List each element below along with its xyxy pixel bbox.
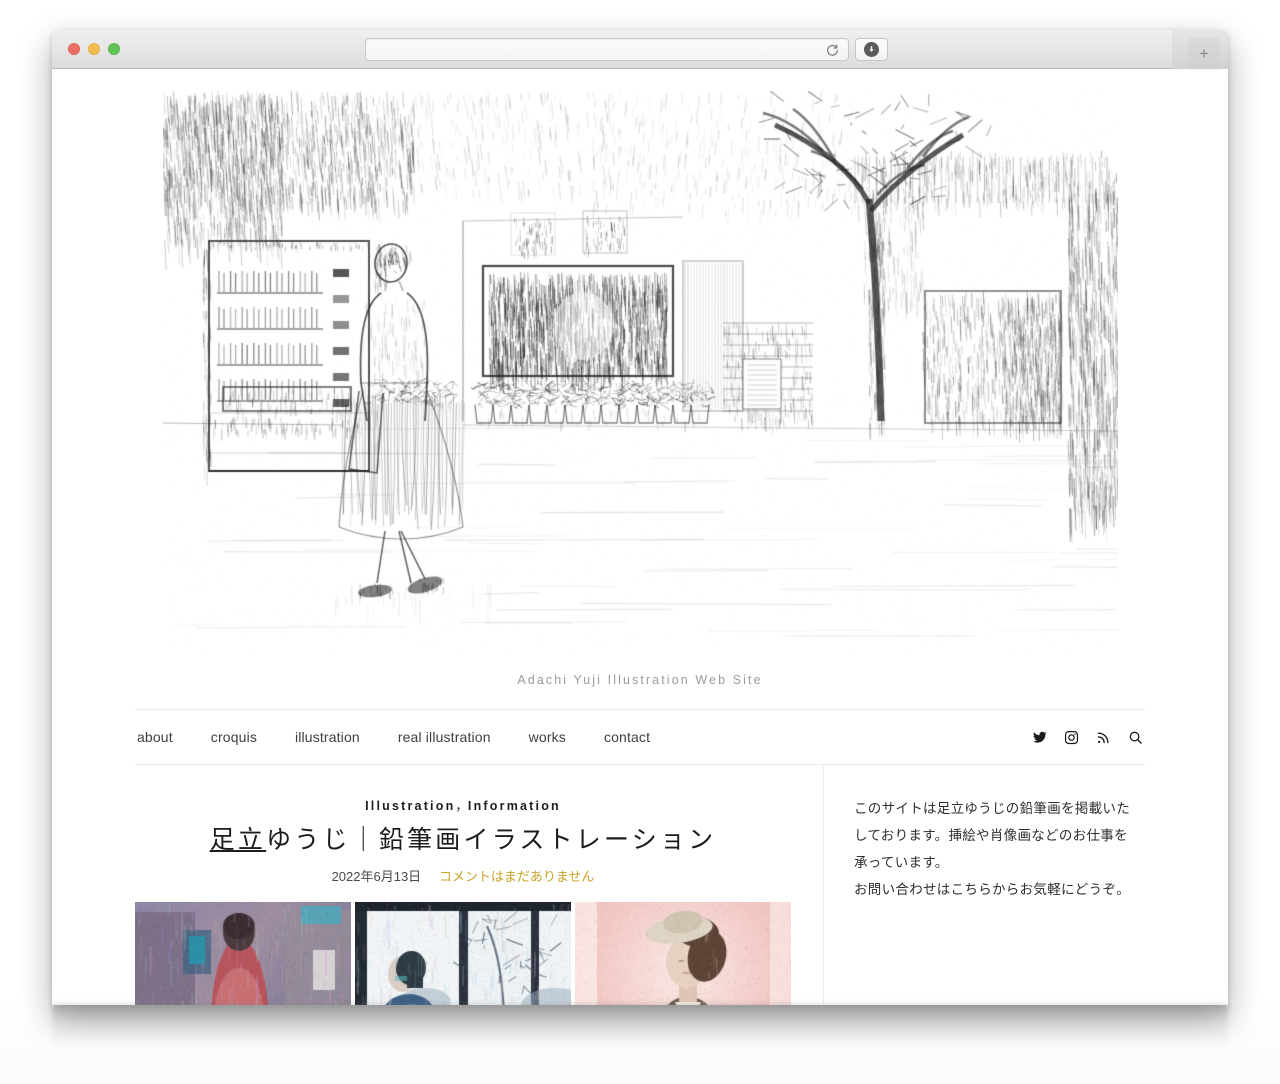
nav-item-croquis[interactable]: croquis (211, 729, 257, 745)
hero-illustration-canvas (162, 91, 1118, 653)
browser-titlebar: + (52, 30, 1228, 69)
thumbnail-1[interactable] (135, 902, 351, 1005)
window-controls (68, 43, 120, 55)
close-window-button[interactable] (68, 43, 80, 55)
sidebar-line-3: 承っています。 (854, 855, 949, 870)
sidebar-description: このサイトは足立ゆうじの鉛筆画を掲載いた しております。挿絵や肖像画などのお仕事… (854, 795, 1145, 903)
page-viewport: Adachi Yuji Illustration Web Site about … (52, 69, 1228, 1005)
category-separator: ， (455, 799, 468, 813)
minimize-window-button[interactable] (88, 43, 100, 55)
thumbnail-1-canvas (135, 902, 351, 1005)
post-date: 2022年6月13日 (331, 869, 422, 885)
post-title[interactable]: 足立ゆうじ｜鉛筆画イラストレーション (135, 825, 791, 856)
rss-icon[interactable] (1096, 730, 1111, 745)
sidebar-line-2: しております。挿絵や肖像画などのお仕事を (854, 828, 1128, 843)
nav-item-works[interactable]: works (529, 729, 566, 745)
nav-item-contact[interactable]: contact (604, 729, 650, 745)
post-category-information[interactable]: Information (468, 799, 561, 813)
post-thumbnails (135, 902, 791, 1005)
browser-window: + Adachi Yuji Illustration Web Site abou… (52, 30, 1228, 1005)
address-bar[interactable] (365, 38, 849, 61)
window-drop-shadow (52, 1005, 1228, 1045)
nav-item-illustration[interactable]: illustration (295, 729, 360, 745)
content-area: Illustration，Information 足立ゆうじ｜鉛筆画イラストレー… (135, 765, 1145, 1005)
post-comments-link[interactable]: コメントはまだありません (439, 869, 595, 884)
page-root: + Adachi Yuji Illustration Web Site abou… (0, 0, 1280, 1084)
post-column: Illustration，Information 足立ゆうじ｜鉛筆画イラストレー… (135, 765, 823, 1005)
thumbnail-3-canvas (575, 902, 791, 1005)
twitter-icon[interactable] (1032, 730, 1047, 745)
post-title-rest: ゆうじ｜鉛筆画イラストレーション (266, 826, 717, 854)
post-category-illustration[interactable]: Illustration (365, 799, 455, 813)
social-links (1032, 730, 1143, 745)
download-icon (864, 42, 879, 57)
thumbnail-3[interactable] (575, 902, 791, 1005)
thumbnail-2-canvas (355, 902, 571, 1005)
sidebar-line-1: このサイトは足立ゆうじの鉛筆画を掲載いた (854, 801, 1130, 816)
sidebar: このサイトは足立ゆうじの鉛筆画を掲載いた しております。挿絵や肖像画などのお仕事… (823, 765, 1145, 1005)
post-meta: 2022年6月13日 コメントはまだありません (135, 866, 791, 885)
thumbnail-2[interactable] (355, 902, 571, 1005)
nav-item-about[interactable]: about (137, 729, 173, 745)
nav-links: about croquis illustration real illustra… (137, 729, 650, 745)
post-categories: Illustration，Information (135, 795, 791, 814)
sidebar-line-4: お問い合わせはこちらからお気軽にどうぞ。 (854, 882, 1130, 897)
new-tab-region: + (1172, 30, 1228, 69)
zoom-window-button[interactable] (108, 43, 120, 55)
site-tagline: Adachi Yuji Illustration Web Site (517, 673, 763, 687)
download-button[interactable] (855, 38, 888, 61)
reload-icon[interactable] (825, 43, 840, 58)
search-icon[interactable] (1128, 730, 1143, 745)
nav-item-real-illustration[interactable]: real illustration (398, 729, 491, 745)
main-navigation: about croquis illustration real illustra… (135, 709, 1145, 765)
site-container: Adachi Yuji Illustration Web Site about … (135, 69, 1145, 1005)
new-tab-button[interactable]: + (1188, 38, 1220, 69)
hero-illustration[interactable] (162, 91, 1118, 653)
post-title-underlined: 足立 (209, 826, 267, 854)
instagram-icon[interactable] (1064, 730, 1079, 745)
